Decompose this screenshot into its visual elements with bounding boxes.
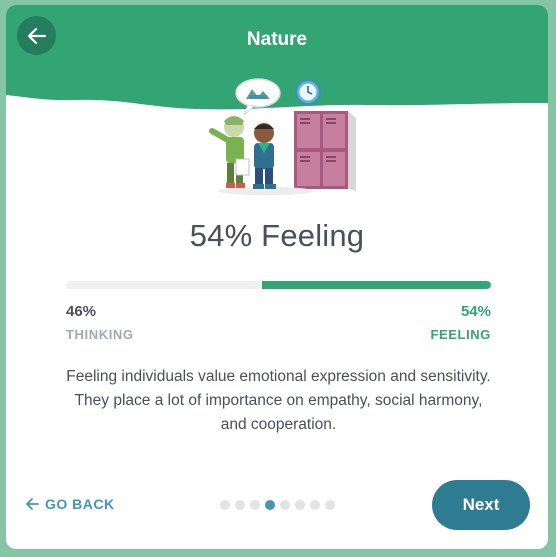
trait-progress-bar xyxy=(66,281,491,289)
thinking-percent: 46% xyxy=(66,303,97,320)
pagination-dots xyxy=(220,500,335,510)
feeling-percent: 54% xyxy=(460,303,491,320)
pagination-dot xyxy=(295,500,305,510)
pagination-dot xyxy=(265,500,275,510)
pagination-dot xyxy=(325,500,335,510)
thinking-label: THINKING xyxy=(66,327,134,342)
result-card: Nature 54% Feeling 46% 54% THINKING FEEL… xyxy=(6,5,548,549)
pagination-dot xyxy=(280,500,290,510)
go-back-label: GO BACK xyxy=(45,496,115,512)
trait-description: Feeling individuals value emotional expr… xyxy=(66,368,491,433)
go-back-link[interactable]: GO BACK xyxy=(26,496,115,512)
next-button[interactable]: Next xyxy=(432,480,530,530)
result-title: 54% Feeling xyxy=(189,218,365,253)
arrow-left-icon xyxy=(26,498,39,510)
page-title: Nature xyxy=(246,29,308,50)
pagination-dot xyxy=(310,500,320,510)
pagination-dot xyxy=(220,500,230,510)
pagination-dot xyxy=(235,500,245,510)
pagination-dot xyxy=(250,500,260,510)
feeling-label: FEELING xyxy=(430,327,491,342)
characters-lockers-illustration xyxy=(209,78,356,195)
trait-progress-fill xyxy=(261,281,491,289)
